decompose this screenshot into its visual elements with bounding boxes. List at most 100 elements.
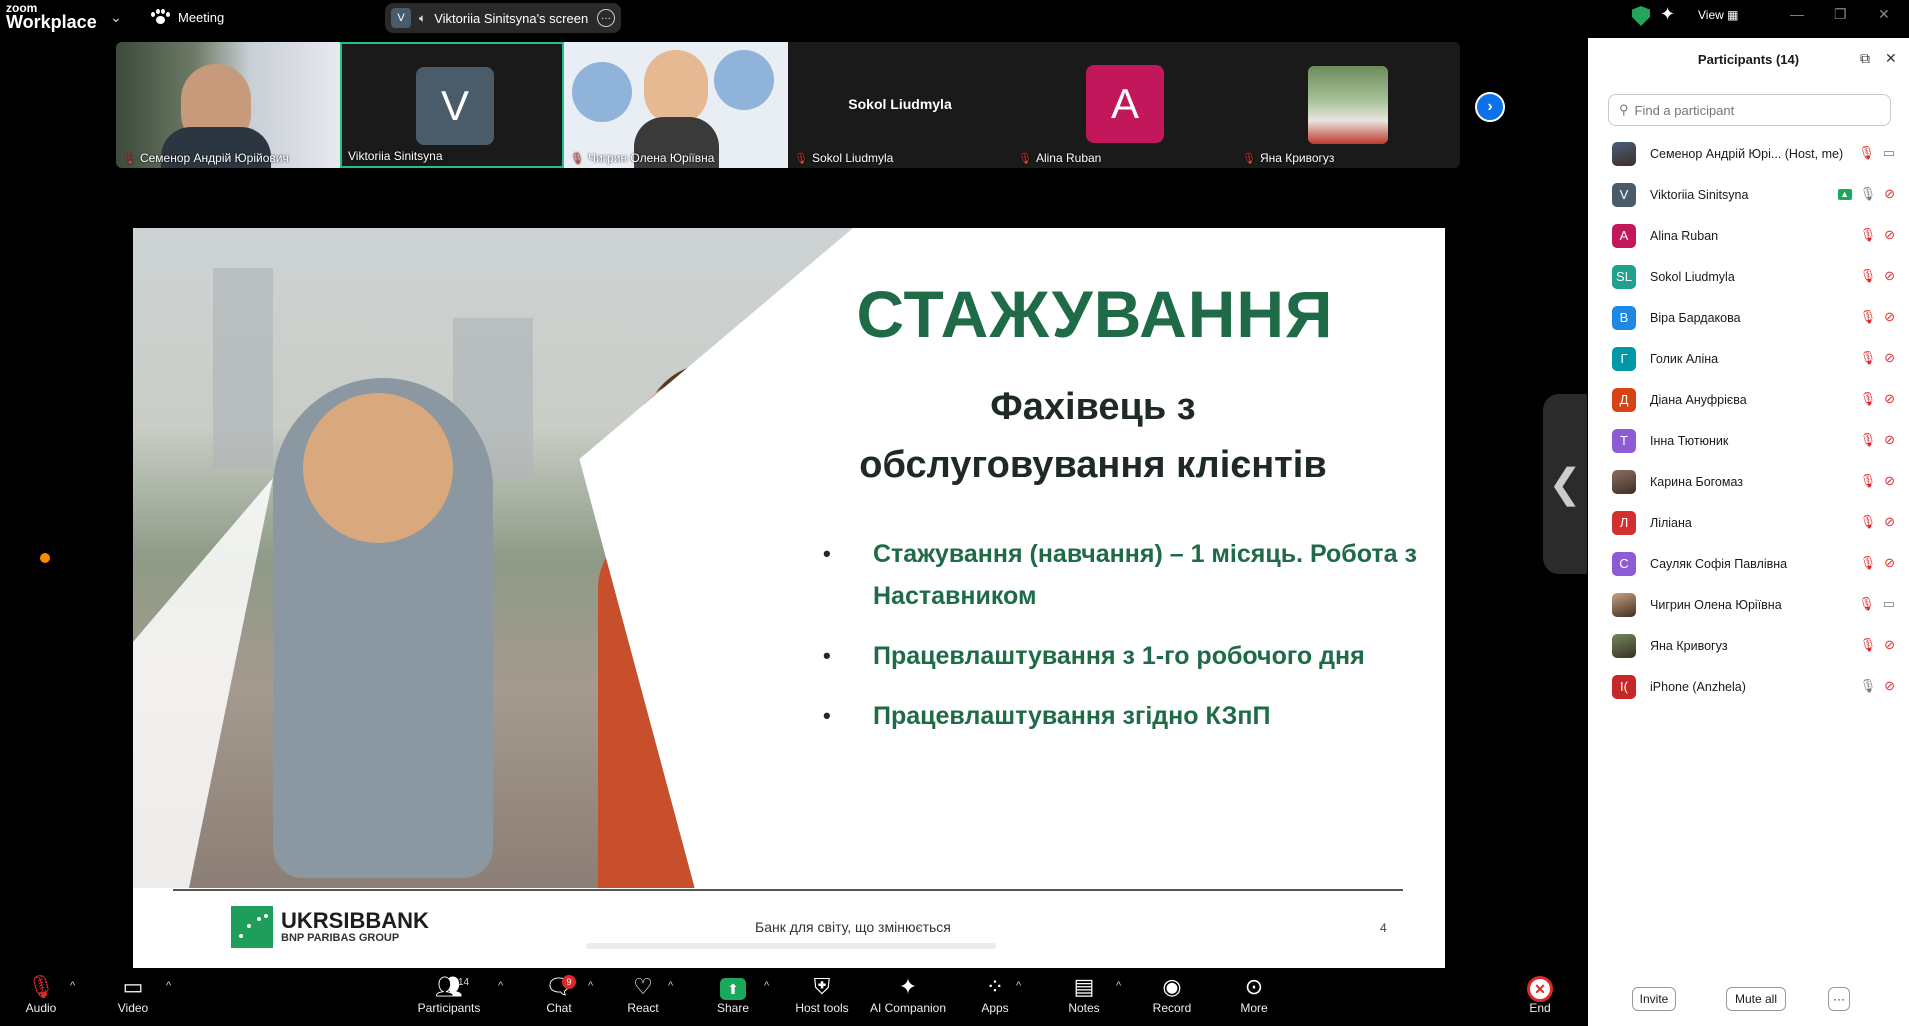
more-options-icon[interactable]: ··· <box>597 9 615 27</box>
camera-off-icon[interactable]: ⊘ <box>1884 678 1895 694</box>
video-tile[interactable]: 🎙︎ Яна Кривогуз <box>1236 42 1460 168</box>
collapse-panel-handle[interactable]: ❮ <box>1543 394 1587 574</box>
mic-off-icon[interactable]: 🎙︎ <box>1860 432 1877 448</box>
person-face <box>623 378 773 548</box>
video-tile-active[interactable]: V Viktoriia Sinitsyna <box>340 42 564 168</box>
minimize-icon[interactable]: — <box>1790 6 1804 22</box>
react-caret-icon[interactable]: ^ <box>668 980 673 992</box>
end-button[interactable]: ✕ End <box>1505 973 1575 1015</box>
audio-button[interactable]: 🎙︎ Audio <box>6 973 76 1015</box>
camera-off-icon[interactable]: ⊘ <box>1884 309 1895 325</box>
mic-off-icon[interactable]: 🎙︎ <box>1858 145 1875 161</box>
host-tools-button[interactable]: ⛨ Host tools <box>787 973 857 1015</box>
camera-icon[interactable]: ▭ <box>1883 145 1895 161</box>
participant-avatar: Г <box>1612 346 1636 371</box>
mic-off-icon: 🎙︎ <box>794 152 808 165</box>
logo-subtitle: BNP PARIBAS GROUP <box>281 932 400 944</box>
ai-companion-button[interactable]: ✦ AI Companion <box>862 973 954 1015</box>
mic-off-icon[interactable]: 🎙︎ <box>1858 596 1875 612</box>
screen-share-indicator[interactable]: V 🔈︎ Viktoriia Sinitsyna's screen ··· <box>385 3 621 33</box>
next-page-button[interactable]: › <box>1475 92 1505 122</box>
participant-row[interactable]: Чигрин Олена Юріївна 🎙︎ ▭ <box>1588 584 1909 625</box>
slide-bullets: Стажування (навчання) – 1 місяць. Робота… <box>823 533 1423 755</box>
mic-off-icon[interactable]: 🎙︎ <box>1860 637 1877 653</box>
participants-caret-icon[interactable]: ^ <box>498 980 503 992</box>
slide-scroll-bar <box>586 943 996 949</box>
security-shield-icon[interactable] <box>1632 6 1650 26</box>
participant-row[interactable]: A Alina Ruban 🎙︎ ⊘ <box>1588 215 1909 256</box>
participant-row[interactable]: SL Sokol Liudmyla 🎙︎ ⊘ <box>1588 256 1909 297</box>
record-button[interactable]: ◉ Record <box>1137 973 1207 1015</box>
video-tile[interactable]: Sokol Liudmyla 🎙︎ Sokol Liudmyla <box>788 42 1012 168</box>
more-button[interactable]: ⊙ More <box>1219 973 1289 1015</box>
chevron-down-icon[interactable]: ⌄ <box>110 9 122 26</box>
participant-row[interactable]: Д Діана Ануфрієва 🎙︎ ⊘ <box>1588 379 1909 420</box>
participant-name: iPhone (Anzhela) <box>1650 679 1746 694</box>
camera-off-icon[interactable]: ⊘ <box>1884 432 1895 448</box>
person-face <box>644 50 708 125</box>
participant-row[interactable]: I(iPhone (Anzhela) 🎙︎ ⊘ <box>1588 666 1909 707</box>
share-caret-icon[interactable]: ^ <box>764 980 769 992</box>
view-button[interactable]: View ▦ <box>1698 8 1738 22</box>
video-caret-icon[interactable]: ^ <box>166 980 171 992</box>
video-button[interactable]: ▭ Video <box>98 973 168 1015</box>
participant-row[interactable]: Л Ліліана 🎙︎ ⊘ <box>1588 502 1909 543</box>
sparkle-icon: ✦ <box>898 974 918 999</box>
participant-row[interactable]: Т Інна Тютюник 🎙︎ ⊘ <box>1588 420 1909 461</box>
mic-icon[interactable]: 🎙︎ <box>1860 678 1877 694</box>
tile-name: Viktoriia Sinitsyna <box>348 149 443 163</box>
video-tile[interactable]: 🎙︎ Семенор Андрій Юрійович <box>116 42 340 168</box>
chat-button[interactable]: 🗨︎ 9 Chat <box>524 973 594 1015</box>
ai-sparkle-icon[interactable]: ✦ <box>1660 4 1675 25</box>
meeting-menu[interactable]: Meeting <box>150 9 224 25</box>
popout-icon[interactable]: ⧉ <box>1860 50 1870 67</box>
participant-row[interactable]: Г Голик Аліна 🎙︎ ⊘ <box>1588 338 1909 379</box>
participants-button[interactable]: 👥︎ 14 Participants <box>414 973 484 1015</box>
close-panel-icon[interactable]: ✕ <box>1885 50 1897 67</box>
mic-off-icon[interactable]: 🎙︎ <box>1860 268 1877 284</box>
search-input[interactable] <box>1634 102 1875 118</box>
camera-off-icon[interactable]: ⊘ <box>1884 473 1895 489</box>
zoom-meeting-window: zoom Workplace ⌄ Meeting V 🔈︎ Viktoriia … <box>0 0 1909 1026</box>
building-decoration <box>213 268 273 468</box>
video-tile[interactable]: 🎙︎ Чигрин Олена Юріївна <box>564 42 788 168</box>
participant-status-icons: 🎙︎ ⊘ <box>1860 432 1895 448</box>
shield-icon: ⛨ <box>813 974 831 999</box>
chat-caret-icon[interactable]: ^ <box>588 980 593 992</box>
apps-caret-icon[interactable]: ^ <box>1016 980 1021 992</box>
camera-off-icon[interactable]: ⊘ <box>1884 514 1895 530</box>
audio-caret-icon[interactable]: ^ <box>70 980 75 992</box>
participant-row[interactable]: Яна Кривогуз 🎙︎ ⊘ <box>1588 625 1909 666</box>
participant-row[interactable]: В Віра Бардакова 🎙︎ ⊘ <box>1588 297 1909 338</box>
close-icon[interactable]: ✕ <box>1878 6 1890 23</box>
mic-off-icon[interactable]: 🎙︎ <box>1860 514 1877 530</box>
notes-caret-icon[interactable]: ^ <box>1116 980 1121 992</box>
camera-off-icon[interactable]: ⊘ <box>1884 186 1895 202</box>
camera-off-icon[interactable]: ⊘ <box>1884 350 1895 366</box>
share-button[interactable]: ⬆ Share <box>698 973 768 1015</box>
more-options-button[interactable]: ··· <box>1828 987 1850 1011</box>
notes-button[interactable]: ▤ Notes <box>1049 973 1119 1015</box>
mic-icon[interactable]: 🎙︎ <box>1860 186 1877 202</box>
invite-button[interactable]: Invite <box>1632 987 1676 1011</box>
participant-row[interactable]: V Viktoriia Sinitsyna ▲ 🎙︎ ⊘ <box>1588 174 1909 215</box>
video-tile[interactable]: A 🎙︎ Alina Ruban <box>1012 42 1236 168</box>
mic-off-icon[interactable]: 🎙︎ <box>1860 391 1877 407</box>
camera-off-icon[interactable]: ⊘ <box>1884 268 1895 284</box>
camera-icon[interactable]: ▭ <box>1883 596 1895 612</box>
mic-off-icon[interactable]: 🎙︎ <box>1860 309 1877 325</box>
camera-off-icon[interactable]: ⊘ <box>1884 227 1895 243</box>
participant-row[interactable]: С Сауляк Софія Павлівна 🎙︎ ⊘ <box>1588 543 1909 584</box>
mic-off-icon[interactable]: 🎙︎ <box>1860 555 1877 571</box>
restore-icon[interactable]: ❐ <box>1834 6 1847 23</box>
mic-off-icon[interactable]: 🎙︎ <box>1860 350 1877 366</box>
participant-row[interactable]: Карина Богомаз 🎙︎ ⊘ <box>1588 461 1909 502</box>
mic-off-icon[interactable]: 🎙︎ <box>1860 473 1877 489</box>
mic-off-icon[interactable]: 🎙︎ <box>1860 227 1877 243</box>
camera-off-icon[interactable]: ⊘ <box>1884 391 1895 407</box>
participant-row[interactable]: Семенор Андрій Юрі... (Host, me) 🎙︎ ▭ <box>1588 133 1909 174</box>
participant-search[interactable]: ⚲ <box>1608 94 1891 126</box>
camera-off-icon[interactable]: ⊘ <box>1884 637 1895 653</box>
camera-off-icon[interactable]: ⊘ <box>1884 555 1895 571</box>
mute-all-button[interactable]: Mute all <box>1726 987 1786 1011</box>
